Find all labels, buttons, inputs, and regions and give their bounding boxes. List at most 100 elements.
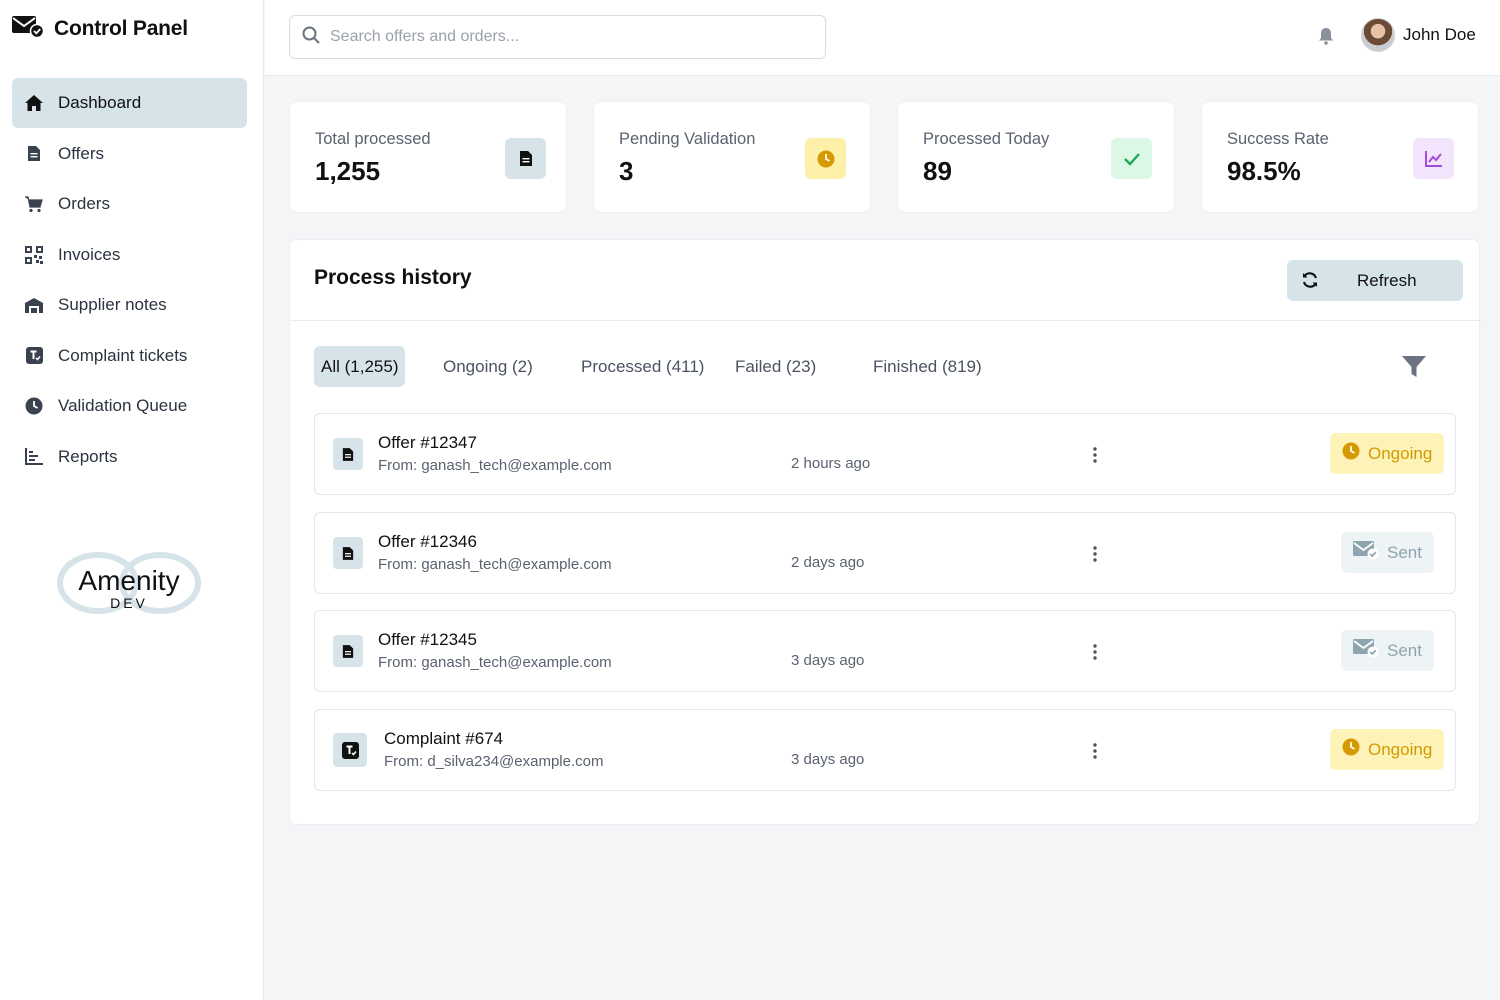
stat-value: 89 — [923, 156, 952, 186]
status-badge: Ongoing — [1330, 433, 1445, 474]
sidebar-item-label: Offers — [58, 143, 104, 163]
list-item[interactable]: Offer #12346 From: ganash_tech@example.c… — [314, 512, 1456, 594]
stat-card-processed-today: Processed Today 89 — [897, 101, 1175, 213]
qr-code-icon — [24, 245, 44, 265]
brand[interactable]: Control Panel — [12, 14, 188, 43]
refresh-button[interactable]: Refresh — [1287, 260, 1463, 301]
item-time: 3 days ago — [791, 652, 865, 669]
item-sender: From: d_silva234@example.com — [384, 753, 604, 770]
tab-all[interactable]: All (1,255) — [314, 346, 406, 387]
mail-check-icon — [1353, 540, 1379, 565]
panel-title: Process history — [314, 266, 472, 289]
sidebar: Control Panel Dashboard Offers Orders In… — [0, 0, 264, 1000]
item-title: Offer #12345 — [378, 630, 477, 649]
document-icon — [24, 144, 44, 164]
tab-finished[interactable]: Finished (819) — [873, 346, 982, 387]
document-icon — [333, 635, 363, 667]
document-icon — [333, 537, 363, 569]
ticket-icon — [333, 733, 367, 767]
sidebar-item-supplier-notes[interactable]: Supplier notes — [12, 280, 247, 330]
item-time: 2 days ago — [791, 554, 865, 571]
amenity-dev-logo: Amenity DEV — [56, 548, 202, 618]
stat-card-total-processed: Total processed 1,255 — [289, 101, 567, 213]
clock-icon — [1342, 738, 1360, 761]
status-badge: Sent — [1341, 630, 1434, 671]
search-input[interactable] — [330, 28, 790, 46]
warehouse-icon — [24, 295, 44, 315]
stat-card-success-rate: Success Rate 98.5% — [1201, 101, 1479, 213]
list-item[interactable]: Complaint #674 From: d_silva234@example.… — [314, 709, 1456, 791]
refresh-label: Refresh — [1357, 271, 1417, 290]
svg-text:Amenity: Amenity — [78, 565, 179, 596]
item-title: Offer #12346 — [378, 532, 477, 551]
stat-value: 98.5% — [1227, 156, 1301, 186]
list-item[interactable]: Offer #12345 From: ganash_tech@example.c… — [314, 610, 1456, 692]
avatar — [1361, 18, 1395, 52]
sidebar-item-label: Reports — [58, 446, 118, 466]
status-label: Sent — [1387, 640, 1422, 660]
sidebar-item-offers[interactable]: Offers — [12, 129, 247, 179]
sidebar-item-orders[interactable]: Orders — [12, 179, 247, 229]
item-title: Offer #12347 — [378, 433, 477, 452]
mail-check-icon — [1353, 638, 1379, 663]
more-options-icon[interactable] — [1093, 743, 1097, 764]
check-icon — [1111, 138, 1152, 179]
tab-processed[interactable]: Processed (411) — [581, 346, 704, 387]
svg-text:DEV: DEV — [110, 595, 148, 611]
item-title: Complaint #674 — [384, 729, 504, 748]
item-sender: From: ganash_tech@example.com — [378, 457, 612, 474]
cart-icon — [24, 194, 44, 214]
stat-card-pending-validation: Pending Validation 3 — [593, 101, 871, 213]
search-icon — [302, 26, 320, 49]
stat-value: 3 — [619, 156, 634, 186]
trend-chart-icon — [1413, 138, 1454, 179]
stat-label: Pending Validation — [619, 130, 756, 148]
top-bar: John Doe — [265, 0, 1500, 76]
document-icon — [333, 438, 363, 470]
sidebar-item-label: Orders — [58, 194, 110, 213]
tab-ongoing[interactable]: Ongoing (2) — [443, 346, 533, 387]
search-box[interactable] — [289, 15, 826, 59]
more-options-icon[interactable] — [1093, 447, 1097, 468]
sidebar-item-dashboard[interactable]: Dashboard — [12, 78, 247, 128]
ticket-icon — [24, 346, 44, 366]
clock-icon — [1342, 442, 1360, 465]
tab-failed[interactable]: Failed (23) — [735, 346, 816, 387]
sidebar-nav: Dashboard Offers Orders Invoices Supplie… — [12, 78, 247, 482]
stat-label: Success Rate — [1227, 130, 1329, 148]
clock-icon — [805, 138, 846, 179]
item-time: 3 days ago — [791, 751, 865, 768]
status-badge: Sent — [1341, 532, 1434, 573]
app-title: Control Panel — [54, 16, 188, 40]
divider — [290, 320, 1481, 321]
document-icon — [505, 138, 546, 179]
filter-icon[interactable] — [1401, 354, 1427, 385]
status-label: Sent — [1387, 542, 1422, 562]
status-badge: Ongoing — [1330, 729, 1445, 770]
sidebar-item-label: Invoices — [58, 244, 121, 264]
sidebar-item-validation-queue[interactable]: Validation Queue — [12, 381, 247, 431]
process-history-panel: Process history Refresh All (1,255) Ongo… — [289, 239, 1481, 825]
user-menu[interactable]: John Doe — [1361, 18, 1476, 52]
status-label: Ongoing — [1368, 443, 1433, 463]
list-item[interactable]: Offer #12347 From: ganash_tech@example.c… — [314, 413, 1456, 495]
sidebar-item-complaint-tickets[interactable]: Complaint tickets — [12, 331, 247, 381]
mail-check-icon — [12, 14, 45, 43]
clock-icon — [24, 396, 44, 416]
home-icon — [24, 93, 44, 113]
item-time: 2 hours ago — [791, 455, 871, 472]
item-sender: From: ganash_tech@example.com — [378, 556, 612, 573]
sidebar-item-label: Complaint tickets — [58, 345, 188, 365]
sidebar-item-label: Validation Queue — [58, 396, 188, 415]
more-options-icon[interactable] — [1093, 644, 1097, 665]
more-options-icon[interactable] — [1093, 546, 1097, 567]
sidebar-item-label: Dashboard — [58, 93, 142, 112]
stat-label: Processed Today — [923, 130, 1050, 148]
status-label: Ongoing — [1368, 739, 1433, 759]
bell-icon[interactable] — [1318, 27, 1334, 50]
stat-value: 1,255 — [315, 156, 381, 186]
sidebar-item-invoices[interactable]: Invoices — [12, 230, 247, 280]
sidebar-item-reports[interactable]: Reports — [12, 432, 247, 482]
item-sender: From: ganash_tech@example.com — [378, 654, 612, 671]
bar-chart-icon — [24, 447, 44, 467]
